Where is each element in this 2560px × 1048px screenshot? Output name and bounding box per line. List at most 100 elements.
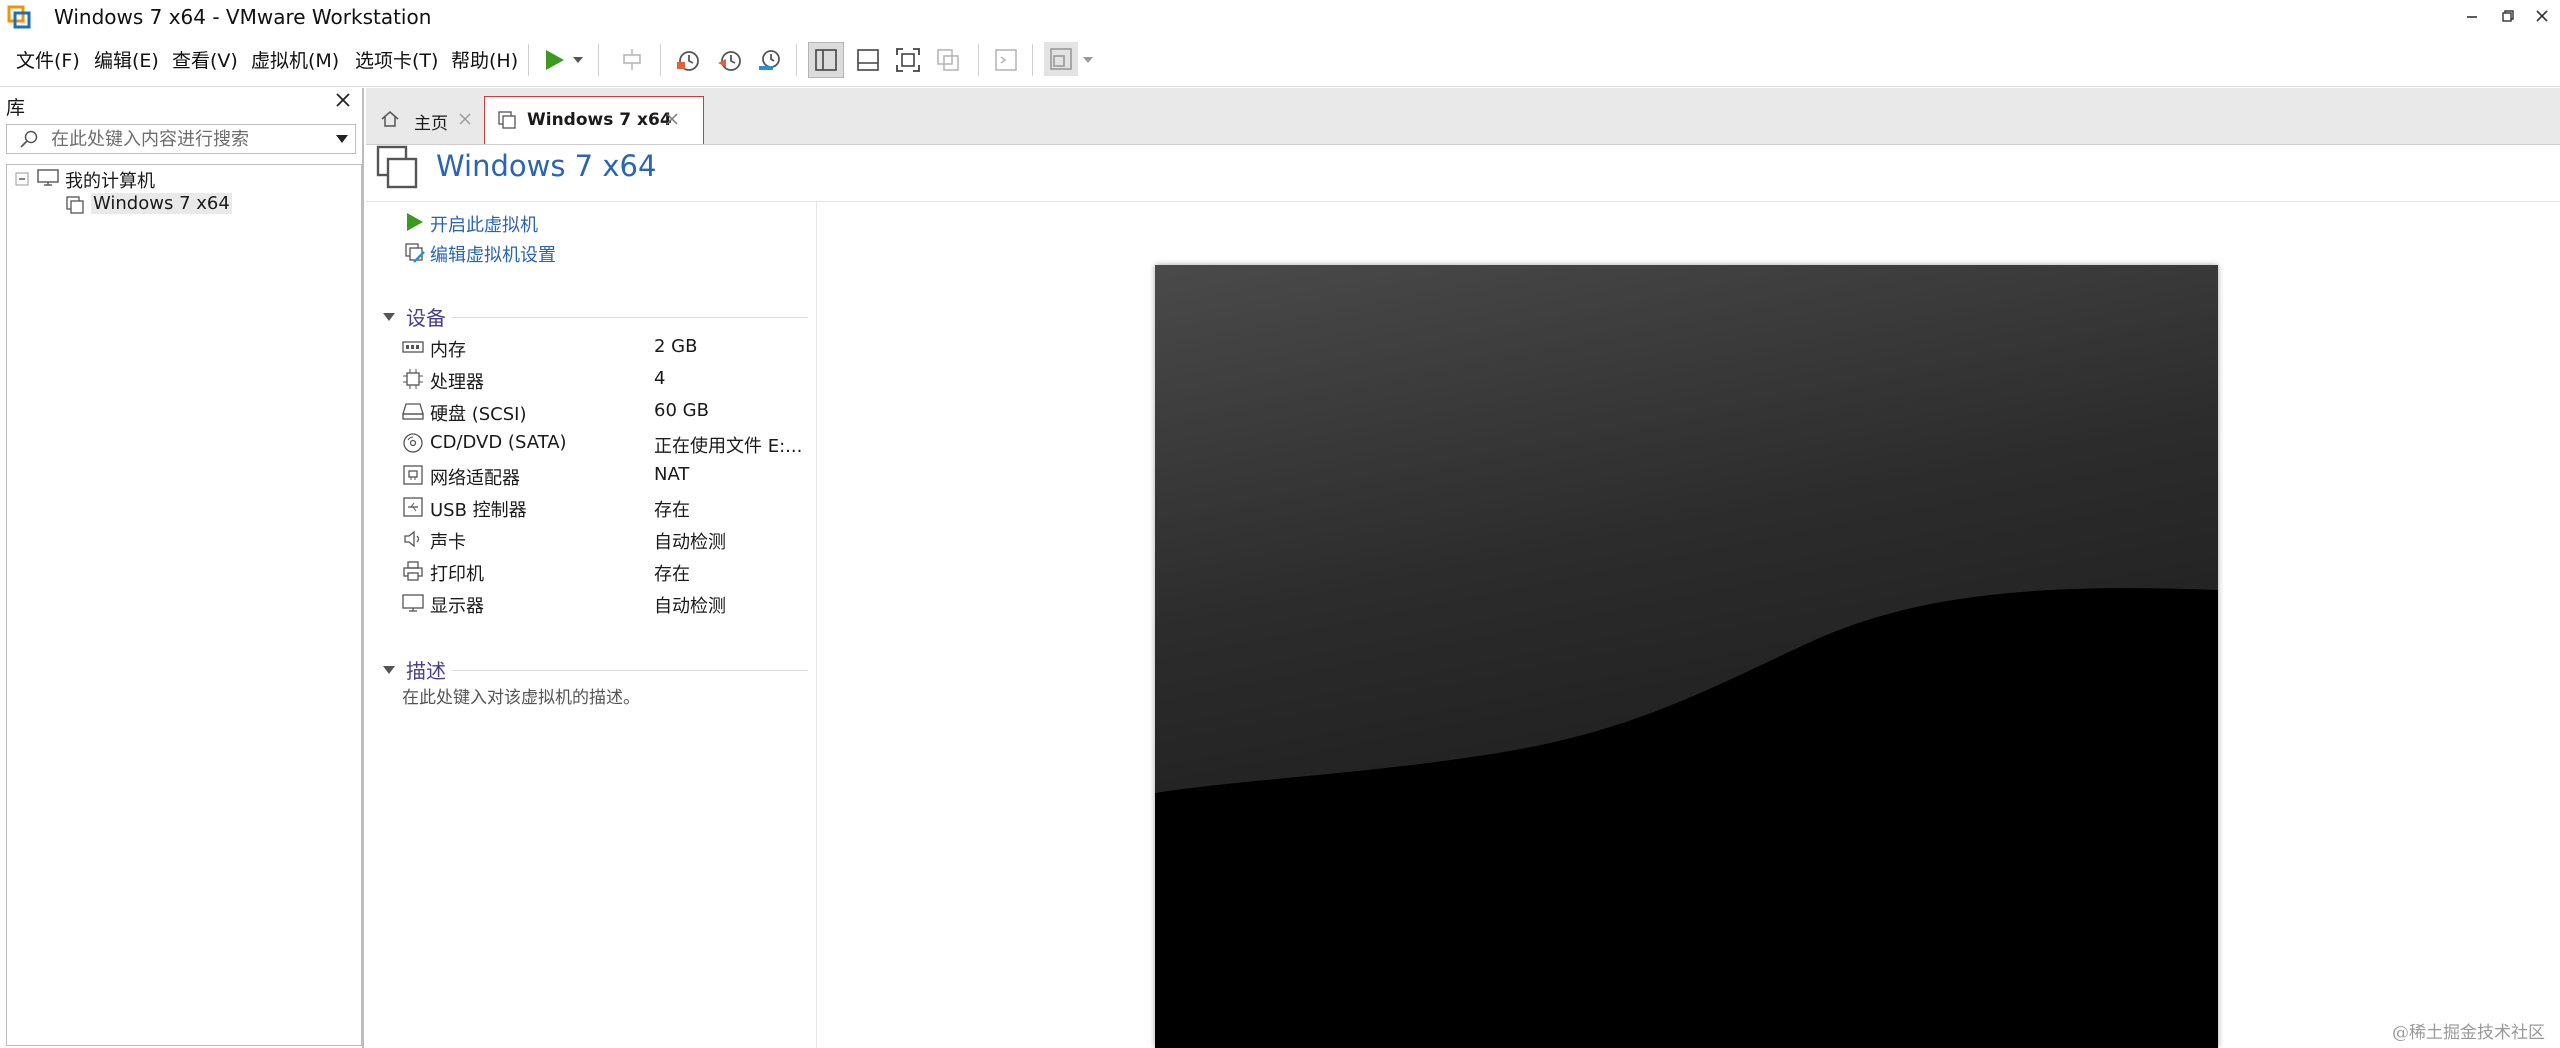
device-name: CD/DVD (SATA) xyxy=(430,432,567,453)
console-icon[interactable] xyxy=(988,42,1024,78)
toolbar-separator xyxy=(660,44,661,76)
vm-icon xyxy=(66,196,84,214)
device-row-usb[interactable]: USB 控制器 存在 xyxy=(366,494,816,526)
vm-header: Windows 7 x64 xyxy=(366,145,2560,202)
display-icon xyxy=(402,592,424,614)
search-dropdown-icon[interactable] xyxy=(335,133,349,145)
tab-home[interactable]: 主页 xyxy=(374,96,484,143)
edit-settings-link[interactable]: 编辑虚拟机设置 xyxy=(430,241,556,267)
device-row-hard-disk[interactable]: 硬盘 (SCSI) 60 GB xyxy=(366,398,816,430)
revert-snapshot-icon[interactable] xyxy=(712,42,748,78)
watermark: @稀土掘金技术社区 xyxy=(2392,1023,2545,1043)
device-value: 4 xyxy=(654,368,666,389)
close-icon[interactable] xyxy=(2524,0,2560,34)
library-search-input[interactable] xyxy=(49,127,313,151)
restore-icon[interactable] xyxy=(2490,0,2526,34)
usb-icon xyxy=(402,496,424,518)
sound-card-icon xyxy=(402,528,424,550)
view-dropdown-icon[interactable] xyxy=(1078,42,1098,78)
vm-tab-icon xyxy=(498,111,516,129)
snapshot-icon[interactable] xyxy=(670,42,706,78)
vm-title: Windows 7 x64 xyxy=(436,149,657,183)
library-header: 库 xyxy=(0,88,362,122)
collapse-description-icon[interactable] xyxy=(382,664,396,676)
device-row-display[interactable]: 显示器 自动检测 xyxy=(366,590,816,622)
tab-windows7[interactable]: Windows 7 x64 xyxy=(484,96,704,144)
device-row-cpu[interactable]: 处理器 4 xyxy=(366,366,816,398)
fullscreen-icon[interactable] xyxy=(890,42,926,78)
home-icon xyxy=(381,111,399,127)
tree-item-my-computer[interactable]: 我的计算机 xyxy=(65,167,155,193)
device-value: 存在 xyxy=(654,500,690,521)
toolbar-separator xyxy=(796,44,797,76)
tab-home-close-icon[interactable] xyxy=(458,112,472,126)
description-placeholder[interactable]: 在此处键入对该虚拟机的描述。 xyxy=(402,683,640,708)
device-value: 自动检测 xyxy=(654,532,726,553)
tab-home-label: 主页 xyxy=(414,114,448,134)
device-list: 内存 2 GB 处理器 4 硬盘 (SCSI) 60 GB CD/DVD (SA… xyxy=(366,334,816,634)
tab-windows7-close-icon[interactable] xyxy=(665,112,679,126)
device-value: 正在使用文件 E:... xyxy=(654,436,803,457)
device-row-network[interactable]: 网络适配器 NAT xyxy=(366,462,816,494)
menu-edit[interactable]: 编辑(E) xyxy=(94,46,159,73)
toolbar-separator xyxy=(1032,44,1033,76)
menu-help[interactable]: 帮助(H) xyxy=(451,46,518,73)
vm-details-panel: 开启此虚拟机 编辑虚拟机设置 设备 内存 2 GB 处理器 4 硬盘 (SCSI… xyxy=(366,202,817,1048)
menu-view[interactable]: 查看(V) xyxy=(172,46,238,73)
snapshot-manager-icon[interactable] xyxy=(752,42,788,78)
tab-windows7-label: Windows 7 x64 xyxy=(527,110,672,130)
device-name: 打印机 xyxy=(430,564,484,585)
menu-tabs[interactable]: 选项卡(T) xyxy=(355,46,438,73)
library-panel: 库 我的计算机 Windows 7 x64 xyxy=(0,88,364,1048)
description-divider xyxy=(452,670,808,671)
device-name: 内存 xyxy=(430,340,466,361)
printer-icon xyxy=(402,560,424,582)
vm-preview-graphic xyxy=(1155,265,2218,1048)
cpu-icon xyxy=(402,368,424,390)
title-bar: Windows 7 x64 - VMware Workstation xyxy=(0,0,2560,34)
search-icon xyxy=(20,130,38,148)
device-value: 存在 xyxy=(654,564,690,585)
toolbar-separator xyxy=(598,44,599,76)
vm-large-icon xyxy=(376,145,418,189)
device-name: USB 控制器 xyxy=(430,500,527,521)
tab-strip: 主页 Windows 7 x64 xyxy=(366,88,2560,145)
device-name: 显示器 xyxy=(430,596,484,617)
tree-item-windows7[interactable]: Windows 7 x64 xyxy=(91,193,232,214)
device-row-sound[interactable]: 声卡 自动检测 xyxy=(366,526,816,558)
memory-icon xyxy=(402,336,424,358)
vm-page: Windows 7 x64 开启此虚拟机 编辑虚拟机设置 设备 内存 2 GB … xyxy=(366,145,2560,1048)
library-search-box[interactable] xyxy=(6,124,356,154)
description-section-title[interactable]: 描述 xyxy=(406,655,446,684)
hard-disk-icon xyxy=(402,400,424,422)
toolbar-separator xyxy=(978,44,979,76)
menu-file[interactable]: 文件(F) xyxy=(16,46,80,73)
library-close-icon[interactable] xyxy=(334,90,352,115)
view-stretch-icon[interactable] xyxy=(1044,42,1078,76)
collapse-devices-icon[interactable] xyxy=(382,311,396,323)
devices-divider xyxy=(452,317,808,318)
library-tree: 我的计算机 Windows 7 x64 xyxy=(6,164,362,1046)
device-row-printer[interactable]: 打印机 存在 xyxy=(366,558,816,590)
power-on-link[interactable]: 开启此虚拟机 xyxy=(430,211,538,237)
send-keys-icon[interactable] xyxy=(614,42,650,78)
device-name: 硬盘 (SCSI) xyxy=(430,404,527,425)
device-value: NAT xyxy=(654,464,690,485)
device-row-cd-dvd[interactable]: CD/DVD (SATA) 正在使用文件 E:... xyxy=(366,430,816,462)
device-name: 处理器 xyxy=(430,372,484,393)
device-value: 2 GB xyxy=(654,336,698,357)
show-library-icon[interactable] xyxy=(808,42,844,78)
play-icon[interactable] xyxy=(536,42,572,78)
unity-icon[interactable] xyxy=(930,42,966,78)
device-name: 网络适配器 xyxy=(430,468,520,489)
vm-preview-screen[interactable] xyxy=(1155,265,2218,1048)
device-row-memory[interactable]: 内存 2 GB xyxy=(366,334,816,366)
device-value: 60 GB xyxy=(654,400,709,421)
edit-settings-icon xyxy=(405,243,425,263)
show-thumbnail-icon[interactable] xyxy=(850,42,886,78)
tree-collapse-icon[interactable] xyxy=(15,171,29,186)
dropdown-icon[interactable] xyxy=(568,42,588,78)
minimize-icon[interactable] xyxy=(2454,0,2490,34)
menu-vm[interactable]: 虚拟机(M) xyxy=(251,46,339,73)
devices-section-title[interactable]: 设备 xyxy=(406,302,446,331)
